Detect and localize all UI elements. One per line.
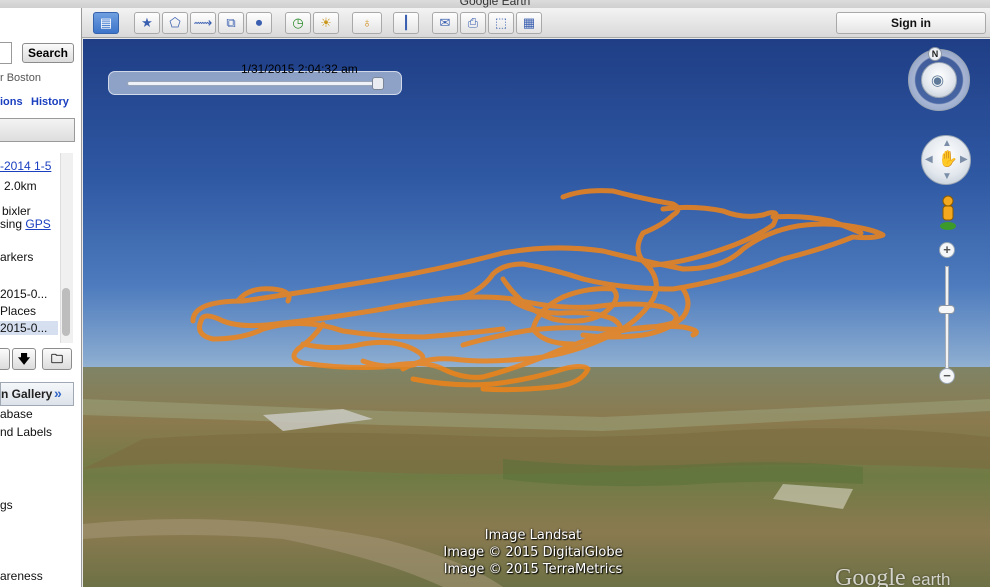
sunlight-button[interactable]: ☀ bbox=[313, 12, 339, 34]
places-folder-button[interactable]: 🗀 bbox=[42, 348, 72, 370]
search-button[interactable]: Search bbox=[22, 43, 74, 63]
ruler-button[interactable]: ┃ bbox=[393, 12, 419, 34]
gps-track-overlay bbox=[190, 188, 886, 393]
ruler-icon: ┃ bbox=[402, 15, 410, 30]
sidebar-toggle-icon: ▤ bbox=[99, 15, 113, 30]
places-item-gps-prefix: sing bbox=[0, 217, 23, 231]
save-image-icon: ⬚ bbox=[494, 15, 508, 30]
places-item-bixler: bixler bbox=[2, 204, 31, 218]
attribution-line-2: Image © 2015 DigitalGlobe bbox=[443, 545, 623, 560]
pegman-icon[interactable] bbox=[939, 195, 957, 234]
places-down-button[interactable]: 🡇 bbox=[12, 348, 36, 370]
folder-icon: 🗀 bbox=[50, 352, 63, 366]
window-titlebar: Google Earth bbox=[0, 0, 990, 8]
print-button[interactable]: ⎙ bbox=[460, 12, 486, 34]
time-slider-track[interactable] bbox=[127, 81, 377, 86]
email-icon: ✉ bbox=[439, 15, 451, 30]
places-item-gps-line: sing GPS bbox=[0, 217, 51, 231]
pegman-figure bbox=[940, 195, 956, 230]
record-tour-icon: ⏺ bbox=[255, 15, 263, 30]
add-path-button[interactable]: ⟿ bbox=[190, 12, 216, 34]
layer-item-borders-labels[interactable]: nd Labels bbox=[0, 425, 52, 439]
map-viewport[interactable]: 1/31/2015 2:04:32 am ◉ N ✋ ▲ ◀ ▶ ▼ + − I… bbox=[83, 39, 990, 587]
logo-suffix: earth bbox=[911, 570, 951, 587]
layers-gallery-label: n Gallery bbox=[1, 387, 53, 401]
image-overlay-icon: ⧉ bbox=[226, 15, 236, 30]
add-polygon-icon: ⬠ bbox=[169, 15, 181, 30]
toolbar: ▤ ★ ⬠ ⟿ ⧉ ⏺ ◷ ☀ ♁ ┃ ✉ ⎙ ⬚ ▦ Sign in bbox=[82, 8, 990, 38]
places-scrollbar-thumb[interactable] bbox=[62, 288, 70, 336]
add-polygon-button[interactable]: ⬠ bbox=[162, 12, 188, 34]
attribution-line-1: Image Landsat bbox=[484, 528, 582, 543]
sign-in-button[interactable]: Sign in bbox=[836, 12, 986, 34]
logo-main: Google bbox=[835, 565, 906, 587]
historical-imagery-icon: ◷ bbox=[292, 15, 304, 30]
add-path-icon: ⟿ bbox=[193, 15, 213, 30]
north-button[interactable]: N bbox=[928, 47, 942, 61]
zoom-slider-knob[interactable] bbox=[938, 305, 955, 314]
planets-button[interactable]: ♁ bbox=[352, 12, 382, 34]
view-in-maps-button[interactable]: ▦ bbox=[516, 12, 542, 34]
print-icon: ⎙ bbox=[467, 15, 479, 30]
look-joystick[interactable]: ◉ bbox=[921, 62, 957, 98]
search-input[interactable] bbox=[0, 42, 12, 64]
image-overlay-button[interactable]: ⧉ bbox=[218, 12, 244, 34]
move-down-icon: ▼ bbox=[942, 171, 952, 182]
sunlight-icon: ☀ bbox=[320, 15, 332, 30]
eye-icon: ◉ bbox=[931, 72, 945, 89]
places-item-distance: 2.0km bbox=[4, 179, 37, 193]
add-placemark-button[interactable]: ★ bbox=[134, 12, 160, 34]
time-slider-knob[interactable] bbox=[372, 77, 384, 90]
zoom-in-button[interactable]: + bbox=[939, 242, 955, 258]
google-earth-logo: Google earth bbox=[835, 565, 950, 587]
record-tour-button[interactable]: ⏺ bbox=[246, 12, 272, 34]
places-item-track-name[interactable]: -2014 1-5 bbox=[0, 159, 51, 173]
places-item-2015-selected[interactable]: 2015-0... bbox=[0, 321, 58, 335]
places-header bbox=[0, 118, 75, 142]
sidebar: Search r Boston ions History -2014 1-5 2… bbox=[0, 8, 82, 587]
places-item-places[interactable]: Places bbox=[0, 304, 36, 318]
zoom-out-button[interactable]: − bbox=[939, 368, 955, 384]
move-left-icon: ◀ bbox=[925, 154, 933, 165]
attribution-line-3: Image © 2015 TerraMetrics bbox=[443, 562, 623, 577]
chevron-right-icon[interactable]: » bbox=[54, 385, 62, 401]
places-item-markers[interactable]: arkers bbox=[0, 250, 33, 264]
places-item-2015-a[interactable]: 2015-0... bbox=[0, 287, 47, 301]
gps-link[interactable]: GPS bbox=[25, 217, 50, 231]
arrow-down-icon: 🡇 bbox=[17, 352, 31, 366]
layer-item-awareness[interactable]: areness bbox=[0, 569, 43, 583]
move-up-icon: ▲ bbox=[942, 138, 952, 149]
move-control[interactable]: ✋ ▲ ◀ ▶ ▼ bbox=[921, 135, 971, 185]
tab-directions[interactable]: ions bbox=[0, 96, 23, 108]
places-up-button[interactable] bbox=[0, 348, 10, 370]
email-button[interactable]: ✉ bbox=[432, 12, 458, 34]
move-right-icon: ▶ bbox=[960, 154, 968, 165]
layers-gallery-bar[interactable]: n Gallery » bbox=[0, 382, 74, 406]
layer-item-buildings[interactable]: gs bbox=[0, 498, 13, 512]
add-placemark-icon: ★ bbox=[141, 15, 153, 30]
tab-history[interactable]: History bbox=[31, 96, 69, 108]
time-slider-timestamp: 1/31/2015 2:04:32 am bbox=[241, 62, 358, 76]
save-image-button[interactable]: ⬚ bbox=[488, 12, 514, 34]
imagery-attribution: Image Landsat Image © 2015 DigitalGlobe … bbox=[423, 527, 643, 578]
minus-icon: − bbox=[943, 368, 951, 383]
historical-imagery-button[interactable]: ◷ bbox=[285, 12, 311, 34]
hand-icon: ✋ bbox=[938, 151, 958, 168]
sidebar-toggle-button[interactable]: ▤ bbox=[93, 12, 119, 34]
window-title: Google Earth bbox=[459, 0, 531, 8]
search-location-hint: r Boston bbox=[0, 72, 41, 84]
planets-icon: ♁ bbox=[362, 15, 372, 30]
plus-icon: + bbox=[943, 242, 951, 257]
layer-item-database[interactable]: abase bbox=[0, 407, 33, 421]
zoom-slider-track[interactable] bbox=[945, 266, 949, 370]
view-in-maps-icon: ▦ bbox=[522, 15, 536, 30]
